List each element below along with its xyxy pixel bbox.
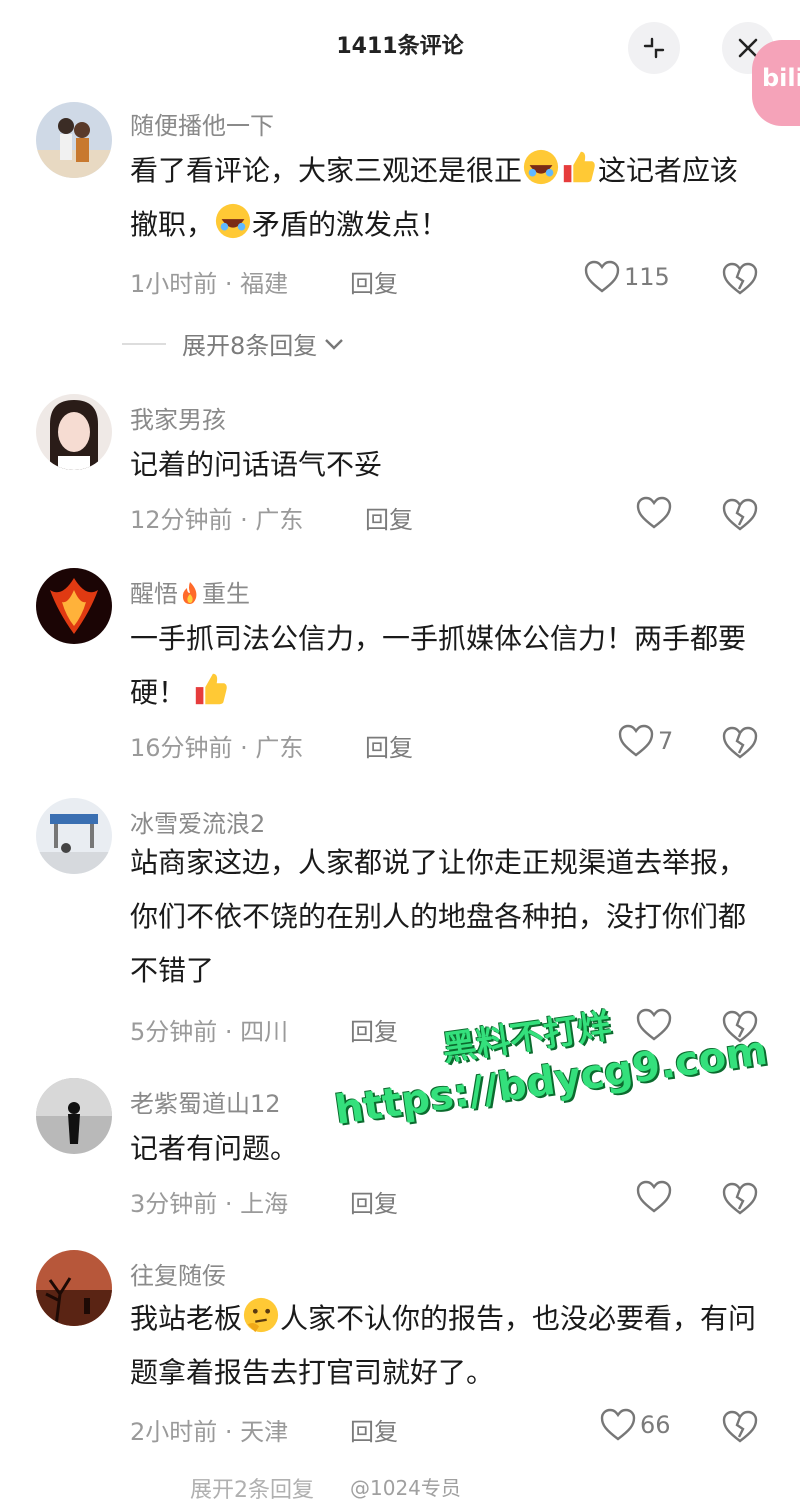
reply-button[interactable]: 回复 [350,1184,398,1219]
comment-text: 我站老板 人家不认你的报告，也没必要看，有问题拿着报告去打官司就好了。 [130,1292,760,1400]
watermark-overlay: 黑料不打烊 https://bdycg9.com [325,982,770,1134]
comment-text: 站商家这边，人家都说了让你走正规渠道去举报，你们不依不饶的在别人的地盘各种拍，没… [130,846,747,987]
comments-header: 1411条评论 bili [0,0,800,126]
username[interactable]: 往复随佞 [130,1256,226,1291]
laughing-emoji-icon [215,203,251,239]
username-part: 醒悟 [130,580,178,608]
avatar[interactable] [36,1250,112,1326]
comment-text-part: 我站老板 [130,1302,243,1335]
heart-icon [636,496,672,529]
username[interactable]: 冰雪爱流浪2 [130,804,265,839]
expand-replies-label: 展开8条回复 [182,332,318,360]
comment-text: 一手抓司法公信力，一手抓媒体公信力！两手都要硬！ [130,612,760,720]
comment-meta: 1小时前 · 福建 [130,270,289,298]
comment-meta: 5分钟前 · 四川 [130,1018,289,1046]
thumbs-up-icon [195,673,227,705]
comment-text: 看了看评论，大家三观还是很正 这记者应该撤职， 矛盾的激发点！ [130,144,760,252]
collapse-button[interactable] [628,22,680,74]
avatar[interactable] [36,798,112,874]
thinking-emoji-icon [243,1297,279,1333]
reply-button[interactable]: 回复 [365,728,413,763]
collapse-icon [643,37,665,59]
chevron-down-icon [325,338,344,350]
comment-meta: 12分钟前 · 广东 [130,506,304,534]
like-button[interactable] [636,496,676,530]
broken-heart-icon[interactable] [722,1182,758,1216]
like-button[interactable] [636,1180,676,1214]
heart-icon [584,260,620,293]
avatar[interactable] [36,394,112,470]
broken-heart-icon[interactable] [722,262,758,296]
source-watermark: @1024专员 [350,1476,461,1500]
like-count: 7 [658,727,674,755]
like-button[interactable]: 115 [584,260,670,294]
reply-button[interactable]: 回复 [365,500,413,535]
laughing-emoji-icon [523,149,559,185]
comment-text-part: 矛盾的激发点！ [252,208,449,241]
avatar[interactable] [36,568,112,644]
comment-meta: 2小时前 · 天津 [130,1418,289,1446]
like-button[interactable]: 7 [618,724,673,758]
reply-button[interactable]: 回复 [350,264,398,299]
expand-replies[interactable]: 展开8条回复 [122,326,345,361]
username[interactable]: 随便播他一下 [130,106,274,141]
avatar[interactable] [36,102,112,178]
bili-badge[interactable]: bili [752,40,800,126]
fire-icon [182,582,197,604]
partial-expand-replies[interactable]: 展开2条回复 [190,1472,314,1501]
username[interactable]: 我家男孩 [130,400,226,435]
divider [122,342,166,345]
comment-text-part: 看了看评论，大家三观还是很正 [130,154,523,187]
broken-heart-icon[interactable] [722,726,758,760]
like-count: 115 [624,263,670,291]
like-button[interactable]: 66 [600,1408,671,1442]
username[interactable]: 醒悟 重生 [130,574,250,609]
thumbs-up-icon [563,151,595,183]
comment-text: 记着的问话语气不妥 [130,448,383,481]
heart-icon [618,724,654,757]
comment-meta: 16分钟前 · 广东 [130,734,304,762]
heart-icon [600,1408,636,1441]
avatar[interactable] [36,1078,112,1154]
broken-heart-icon[interactable] [722,498,758,532]
comment-meta: 3分钟前 · 上海 [130,1190,289,1218]
reply-button[interactable]: 回复 [350,1412,398,1447]
username[interactable]: 老紫蜀道山12 [130,1084,281,1119]
comment-count-title: 1411条评论 [336,34,464,59]
username-part: 重生 [202,580,250,608]
comment-text: 记者有问题。 [130,1132,299,1165]
heart-icon [636,1180,672,1213]
like-count: 66 [640,1411,671,1439]
broken-heart-icon[interactable] [722,1410,758,1444]
